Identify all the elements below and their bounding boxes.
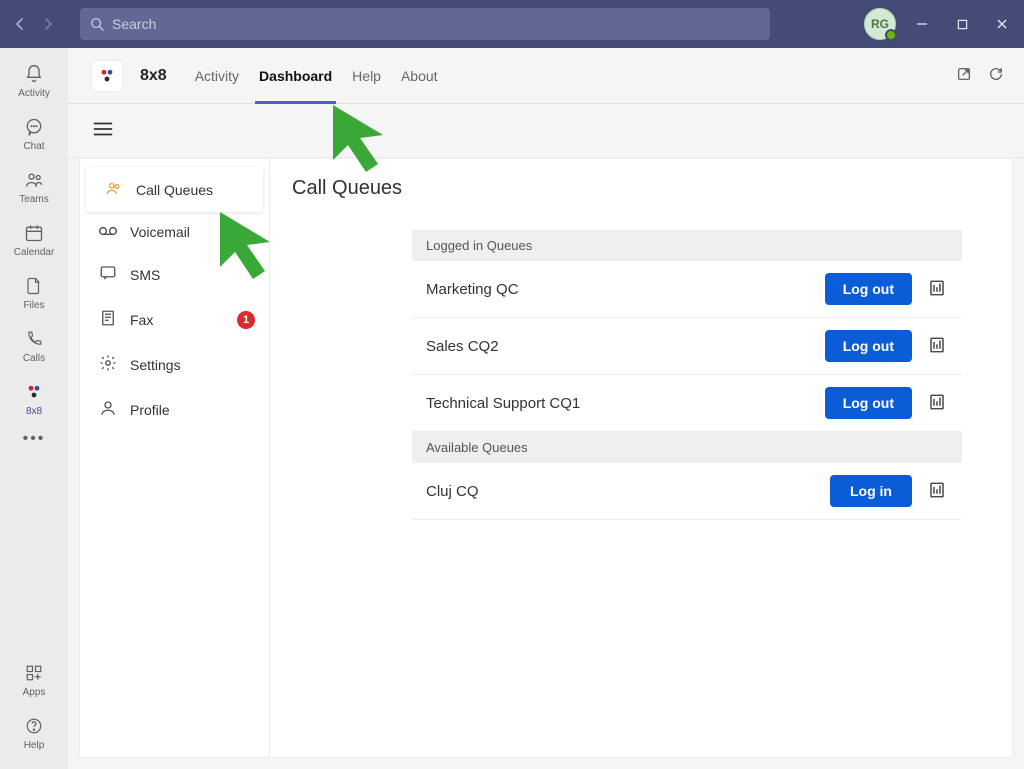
phone-icon: [25, 327, 43, 351]
side-label: Voicemail: [130, 224, 190, 240]
sms-icon: [98, 264, 118, 285]
queue-row: Marketing QC Log out: [412, 261, 962, 318]
queue-name: Marketing QC: [426, 281, 811, 298]
rail-item-teams[interactable]: Teams: [0, 162, 68, 215]
rail-item-chat[interactable]: Chat: [0, 109, 68, 162]
refresh-icon[interactable]: [988, 66, 1004, 85]
app-container: 8x8 Activity Dashboard Help About Call Q…: [68, 48, 1024, 769]
queue-details-icon[interactable]: [926, 481, 948, 502]
rail-label: 8x8: [26, 406, 42, 417]
side-label: Fax: [130, 312, 153, 328]
login-button[interactable]: Log in: [830, 475, 912, 507]
nav-dashboard[interactable]: Dashboard: [259, 48, 332, 104]
rail-item-activity[interactable]: Activity: [0, 56, 68, 109]
nav-activity[interactable]: Activity: [195, 48, 239, 104]
calendar-icon: [24, 221, 44, 245]
queue-name: Technical Support CQ1: [426, 395, 811, 412]
search-input[interactable]: Search: [80, 8, 770, 40]
search-icon: [90, 17, 104, 31]
file-icon: [25, 274, 43, 298]
title-bar: Search RG: [0, 0, 1024, 48]
search-placeholder: Search: [112, 16, 156, 32]
fax-badge: 1: [237, 311, 255, 329]
help-icon: [25, 714, 43, 738]
rail-item-apps[interactable]: Apps: [0, 655, 68, 708]
profile-icon: [98, 399, 118, 420]
8x8-icon: [25, 380, 43, 404]
voicemail-icon: [98, 224, 118, 240]
rail-label: Help: [24, 740, 45, 751]
app-body: Call Queues Voicemail SMS Fax 1 Settings: [80, 158, 1012, 757]
queue-icon: [104, 179, 124, 200]
logout-button[interactable]: Log out: [825, 387, 912, 419]
window-maximize-button[interactable]: [948, 10, 976, 38]
side-item-profile[interactable]: Profile: [80, 387, 269, 432]
side-label: Profile: [130, 402, 170, 418]
rail-label: Calls: [23, 353, 45, 364]
side-item-voicemail[interactable]: Voicemail: [80, 212, 269, 252]
side-item-settings[interactable]: Settings: [80, 342, 269, 387]
queue-name: Cluj CQ: [426, 483, 816, 500]
app-logo: [92, 61, 122, 91]
presence-indicator: [885, 29, 897, 41]
queue-row: Technical Support CQ1 Log out: [412, 375, 962, 432]
nav-forward-button[interactable]: [36, 12, 60, 36]
queue-details-icon[interactable]: [926, 336, 948, 357]
nav-help[interactable]: Help: [352, 48, 381, 104]
rail-item-files[interactable]: Files: [0, 268, 68, 321]
logout-button[interactable]: Log out: [825, 330, 912, 362]
rail-label: Apps: [23, 687, 46, 698]
side-label: SMS: [130, 267, 160, 283]
side-item-sms[interactable]: SMS: [80, 252, 269, 297]
rail-label: Calendar: [14, 247, 55, 258]
queue-details-icon[interactable]: [926, 279, 948, 300]
app-header: 8x8 Activity Dashboard Help About: [68, 48, 1024, 104]
side-item-fax[interactable]: Fax 1: [80, 297, 269, 342]
window-minimize-button[interactable]: [908, 10, 936, 38]
fax-icon: [98, 309, 118, 330]
avatar-initials: RG: [871, 17, 889, 31]
side-label: Settings: [130, 357, 181, 373]
chat-icon: [24, 115, 44, 139]
rail-item-help[interactable]: Help: [0, 708, 68, 761]
rail-label: Files: [23, 300, 44, 311]
rail-label: Chat: [23, 141, 44, 152]
rail-item-8x8[interactable]: 8x8: [0, 374, 68, 427]
popout-icon[interactable]: [956, 66, 972, 85]
main-content: Call Queues Logged in Queues Marketing Q…: [270, 159, 1012, 757]
teams-icon: [23, 168, 45, 192]
gear-icon: [98, 354, 118, 375]
more-icon: •••: [23, 427, 46, 451]
page-title: Call Queues: [292, 177, 962, 200]
queue-row: Cluj CQ Log in: [412, 463, 962, 520]
logged-in-header: Logged in Queues: [412, 230, 962, 261]
side-item-call-queues[interactable]: Call Queues: [86, 167, 263, 212]
logout-button[interactable]: Log out: [825, 273, 912, 305]
rail-item-calendar[interactable]: Calendar: [0, 215, 68, 268]
rail-item-calls[interactable]: Calls: [0, 321, 68, 374]
rail-label: Teams: [19, 194, 48, 205]
apps-icon: [25, 661, 43, 685]
nav-about[interactable]: About: [401, 48, 438, 104]
avatar[interactable]: RG: [864, 8, 896, 40]
rail-item-more[interactable]: •••: [0, 427, 68, 461]
available-header: Available Queues: [412, 432, 962, 463]
app-nav: Activity Dashboard Help About: [195, 48, 438, 104]
queue-details-icon[interactable]: [926, 393, 948, 414]
app-subbar: [68, 104, 1024, 158]
queues-container: Logged in Queues Marketing QC Log out Sa…: [412, 230, 962, 520]
app-rail: Activity Chat Teams Calendar Files Calls…: [0, 48, 68, 769]
app-title: 8x8: [140, 67, 167, 85]
bell-icon: [24, 62, 44, 86]
queue-row: Sales CQ2 Log out: [412, 318, 962, 375]
menu-toggle-button[interactable]: [92, 120, 114, 141]
side-menu: Call Queues Voicemail SMS Fax 1 Settings: [80, 159, 270, 757]
rail-label: Activity: [18, 88, 50, 99]
window-close-button[interactable]: [988, 10, 1016, 38]
nav-back-button[interactable]: [8, 12, 32, 36]
queue-name: Sales CQ2: [426, 338, 811, 355]
side-label: Call Queues: [136, 182, 213, 198]
